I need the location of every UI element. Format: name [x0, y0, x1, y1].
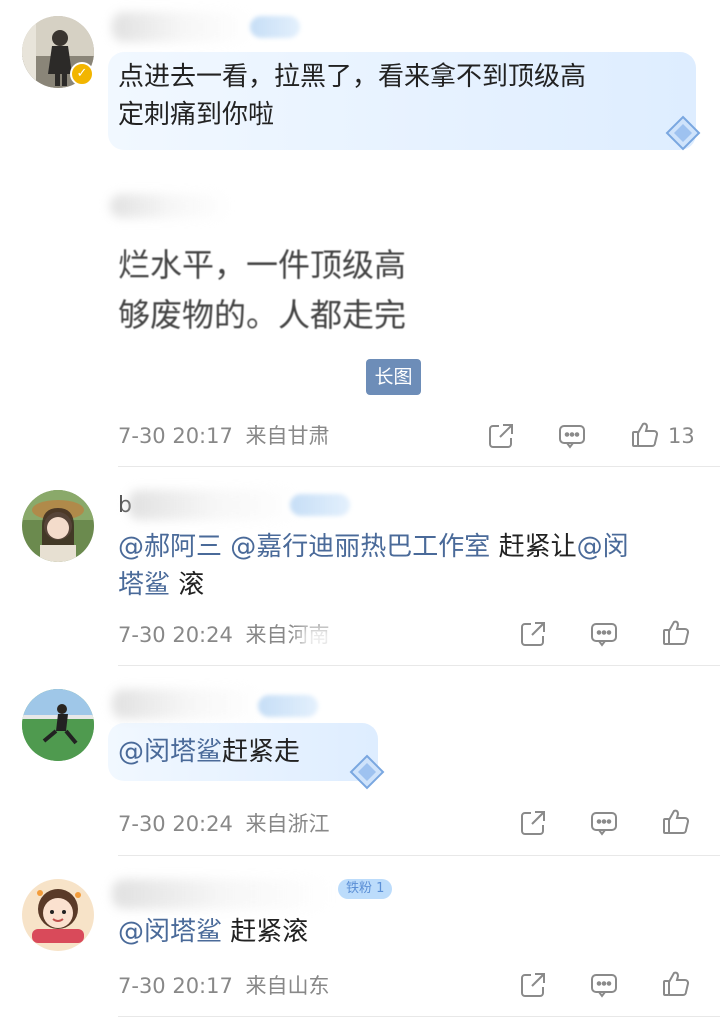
comment-icon[interactable] — [589, 970, 619, 1000]
like-icon[interactable] — [661, 618, 691, 648]
share-icon[interactable] — [518, 808, 548, 838]
comment-4: 铁粉 1 @闵塔鲨 赶紧滚 7-30 20:17 来自山东 — [0, 855, 720, 1019]
fan-badge — [258, 695, 318, 717]
mention-link[interactable]: 塔鲨 — [118, 570, 170, 600]
username-blurred — [128, 490, 298, 520]
mention-link[interactable]: @嘉行迪丽热巴工作室 — [230, 532, 490, 562]
comment-text-part: 赶紧走 — [222, 737, 301, 767]
timestamp: 7-30 20:17 — [118, 974, 233, 998]
comment-text-line-1: @郝阿三 @嘉行迪丽热巴工作室 赶紧让@闵 — [118, 528, 708, 566]
overlap-blur — [300, 626, 360, 652]
fan-badge — [290, 494, 350, 516]
comment-text: @郝阿三 @嘉行迪丽热巴工作室 赶紧让@闵 塔鲨 滚 — [118, 528, 708, 604]
long-image-tag[interactable]: 长图 — [366, 359, 421, 395]
username-blurred — [112, 879, 332, 909]
mention-link[interactable]: @闵塔鲨 — [118, 737, 222, 767]
like-icon[interactable] — [661, 807, 691, 837]
comment-3: @闵塔鲨赶紧走 7-30 20:24 来自浙江 — [0, 665, 720, 855]
avatar[interactable] — [22, 689, 94, 761]
location: 来自山东 — [245, 974, 330, 998]
quote-line-1: 烂水平，一件顶级高 — [118, 246, 407, 284]
comment-meta: 7-30 20:17 来自山东 — [118, 972, 330, 1000]
like-count: 13 — [668, 424, 695, 448]
avatar-image — [22, 689, 94, 761]
comment-text-part: 赶紧滚 — [230, 917, 309, 947]
avatar[interactable] — [22, 490, 94, 562]
fan-badge: 铁粉 1 — [338, 879, 393, 899]
username-blurred — [112, 12, 252, 42]
comment-icon[interactable] — [557, 421, 587, 451]
like-icon[interactable] — [630, 420, 660, 450]
mention-link[interactable]: @郝阿三 — [118, 532, 222, 562]
comment-1: ✓ 点进去一看，拉黑了，看来拿不到顶级高 定刺痛到你啦 烂水平，一件顶级高 够废… — [0, 0, 720, 481]
comment-text-part: 滚 — [178, 570, 205, 600]
mention-link[interactable]: @闵塔鲨 — [118, 917, 222, 947]
avatar-image — [22, 490, 94, 562]
share-icon[interactable] — [486, 421, 516, 451]
comment-2: b @郝阿三 @嘉行迪丽热巴工作室 赶紧让@闵 塔鲨 滚 7-30 20:24 … — [0, 466, 720, 666]
quote-author-blurred — [110, 194, 230, 218]
avatar-image — [22, 879, 94, 951]
avatar[interactable] — [22, 879, 94, 951]
comment-text-line-2: 定刺痛到你啦 — [118, 100, 275, 130]
comment-text: 点进去一看，拉黑了，看来拿不到顶级高 定刺痛到你啦 — [118, 58, 678, 134]
crystal-bubble-icon — [348, 753, 386, 791]
comment-text-part: 赶紧让 — [498, 532, 577, 562]
comment-text: @闵塔鲨 赶紧滚 — [118, 913, 308, 951]
fan-badge — [250, 16, 300, 38]
comment-meta: 7-30 20:24 来自浙江 — [118, 810, 330, 838]
quote-line-2: 够废物的。人都走完 — [118, 296, 407, 334]
share-icon[interactable] — [518, 970, 548, 1000]
comment-icon[interactable] — [589, 619, 619, 649]
verified-badge-icon: ✓ — [70, 62, 94, 86]
location: 来自浙江 — [245, 812, 330, 836]
comment-text-line-1: 点进去一看，拉黑了，看来拿不到顶级高 — [118, 62, 587, 92]
comment-text-line-2: 塔鲨 滚 — [118, 566, 708, 604]
comment-meta: 7-30 20:17 来自甘肃 — [118, 422, 330, 450]
share-icon[interactable] — [518, 619, 548, 649]
comment-icon[interactable] — [589, 808, 619, 838]
timestamp: 7-30 20:17 — [118, 424, 233, 448]
timestamp: 7-30 20:24 — [118, 623, 233, 647]
location: 来自甘肃 — [245, 424, 330, 448]
timestamp: 7-30 20:24 — [118, 812, 233, 836]
username-blurred — [112, 689, 262, 719]
mention-link[interactable]: @闵 — [577, 532, 629, 562]
divider — [118, 1016, 720, 1017]
comment-text: @闵塔鲨赶紧走 — [118, 733, 300, 771]
comment-meta: 7-30 20:24 来自河南 — [118, 621, 330, 649]
like-icon[interactable] — [661, 969, 691, 999]
long-image-preview[interactable]: 烂水平，一件顶级高 够废物的。人都走完 — [118, 240, 428, 340]
crystal-bubble-icon — [664, 114, 702, 152]
